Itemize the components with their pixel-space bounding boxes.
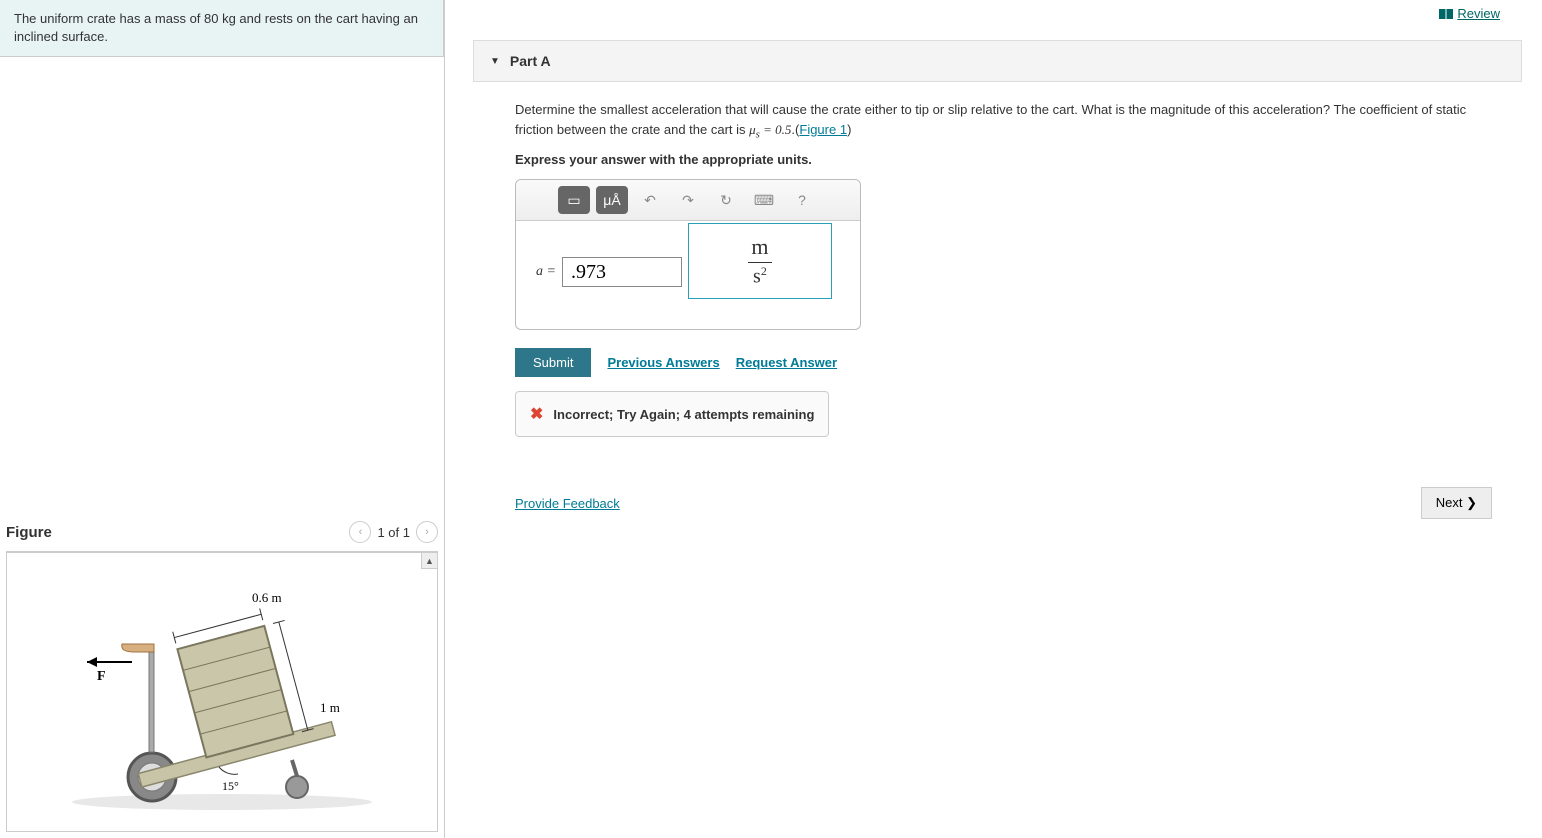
templates-button[interactable]: ▭ xyxy=(558,186,590,214)
problem-text: The uniform crate has a mass of 80 kg an… xyxy=(14,11,418,44)
submit-row: Submit Previous Answers Request Answer xyxy=(515,348,1492,377)
question-end: ) xyxy=(847,122,851,137)
figure-scroll-up[interactable]: ▲ xyxy=(421,553,437,569)
figure-counter: 1 of 1 xyxy=(377,525,410,540)
express-instruction: Express your answer with the appropriate… xyxy=(515,152,1492,167)
crate-cart-diagram: F 15° 0.6 m 1 m xyxy=(42,562,402,822)
redo-button[interactable]: ↷ xyxy=(672,186,704,214)
figure-next-button[interactable]: › xyxy=(416,521,438,543)
next-button[interactable]: Next ❯ xyxy=(1421,487,1492,519)
figure-section: Figure ‹ 1 of 1 › ▲ xyxy=(0,511,444,838)
figure-title: Figure xyxy=(6,524,52,541)
unit-numerator: m xyxy=(748,235,772,259)
bottom-row: Provide Feedback Next ❯ xyxy=(515,487,1492,519)
mu-expression: μs = 0.5 xyxy=(749,122,791,137)
part-label: Part A xyxy=(510,53,551,69)
force-label: F xyxy=(97,669,106,684)
part-header[interactable]: ▼ Part A xyxy=(473,40,1522,82)
angle-label: 15° xyxy=(222,779,239,793)
submit-button[interactable]: Submit xyxy=(515,348,591,377)
problem-statement: The uniform crate has a mass of 80 kg an… xyxy=(0,0,444,57)
answer-box: ▭ μÅ ↶ ↷ ↻ ⌨ ? a = m s2 xyxy=(515,179,861,330)
part-body: Determine the smallest acceleration that… xyxy=(473,82,1522,519)
answer-toolbar: ▭ μÅ ↶ ↷ ↻ ⌨ ? xyxy=(516,180,860,221)
request-answer-link[interactable]: Request Answer xyxy=(736,355,837,370)
unit-input[interactable]: m s2 xyxy=(688,223,832,299)
review-label: Review xyxy=(1457,6,1500,21)
previous-answers-link[interactable]: Previous Answers xyxy=(607,355,719,370)
answer-input-row: a = m s2 xyxy=(516,221,860,329)
reset-button[interactable]: ↻ xyxy=(710,186,742,214)
question-pre: Determine the smallest acceleration that… xyxy=(515,102,1466,137)
undo-button[interactable]: ↶ xyxy=(634,186,666,214)
answer-value-input[interactable] xyxy=(562,257,682,287)
unit-fraction: m s2 xyxy=(748,235,772,287)
help-button[interactable]: ? xyxy=(786,186,818,214)
height-dimension: 1 m xyxy=(320,700,340,715)
width-dimension: 0.6 m xyxy=(252,590,282,605)
figure-image: ▲ xyxy=(6,552,438,832)
incorrect-icon: ✖ xyxy=(530,404,543,424)
unit-denominator: s2 xyxy=(748,265,772,288)
figure-header: Figure ‹ 1 of 1 › xyxy=(6,517,438,552)
feedback-box: ✖ Incorrect; Try Again; 4 attempts remai… xyxy=(515,391,829,437)
units-button[interactable]: μÅ xyxy=(596,186,628,214)
right-panel: Review ▼ Part A Determine the smallest a… xyxy=(445,0,1542,838)
keyboard-button[interactable]: ⌨ xyxy=(748,186,780,214)
figure-link[interactable]: Figure 1 xyxy=(799,122,847,137)
collapse-icon: ▼ xyxy=(490,56,500,67)
figure-prev-button[interactable]: ‹ xyxy=(349,521,371,543)
feedback-message: Incorrect; Try Again; 4 attempts remaini… xyxy=(553,407,814,422)
review-link[interactable]: Review xyxy=(1439,6,1500,21)
provide-feedback-link[interactable]: Provide Feedback xyxy=(515,496,620,511)
left-panel: The uniform crate has a mass of 80 kg an… xyxy=(0,0,445,838)
variable-label: a = xyxy=(536,264,556,280)
question-text: Determine the smallest acceleration that… xyxy=(515,100,1492,142)
figure-nav: ‹ 1 of 1 › xyxy=(349,521,438,543)
